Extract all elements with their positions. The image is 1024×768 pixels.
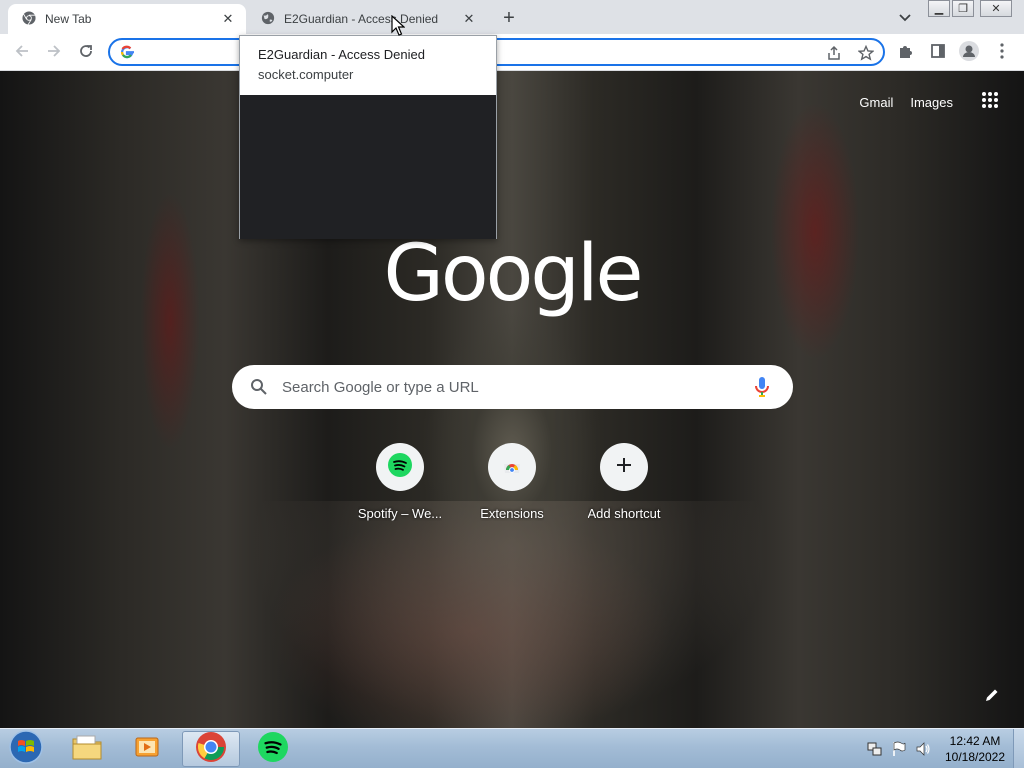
- tab-new-tab[interactable]: New Tab ✕: [8, 4, 246, 34]
- google-g-icon: [119, 44, 135, 65]
- share-icon[interactable]: [824, 43, 844, 63]
- windows-orb-icon: [8, 729, 44, 768]
- reload-button[interactable]: [74, 41, 98, 65]
- globe-icon: [261, 11, 275, 28]
- tab-strip: New Tab ✕ E2Guardian - Access Denied ✕ +…: [0, 0, 1024, 34]
- clock-date: 10/18/2022: [944, 750, 1006, 764]
- background-image: [770, 101, 860, 361]
- reload-icon: [78, 43, 94, 64]
- side-panel-button[interactable]: [926, 41, 950, 65]
- arrow-left-icon: [14, 43, 30, 64]
- background-image: [140, 191, 200, 451]
- close-icon[interactable]: ✕: [220, 11, 236, 27]
- taskbar-chrome[interactable]: [182, 731, 240, 767]
- shortcut-tile: [376, 443, 424, 491]
- gmail-link[interactable]: Gmail: [859, 95, 893, 110]
- forward-button[interactable]: [42, 41, 66, 65]
- plus-icon: [616, 457, 632, 478]
- plus-icon: +: [503, 6, 515, 29]
- top-links: Gmail Images: [859, 71, 1024, 133]
- tab-title: E2Guardian - Access Denied: [284, 12, 439, 26]
- shortcut-tile: [488, 443, 536, 491]
- system-tray: [866, 729, 938, 768]
- spotify-icon: [258, 731, 288, 767]
- system-clock[interactable]: 12:42 AM 10/18/2022: [940, 733, 1010, 765]
- restore-icon: ❐: [958, 3, 968, 15]
- chrome-web-store-icon: [501, 454, 523, 481]
- taskbar: 12:42 AM 10/18/2022: [0, 728, 1024, 768]
- window-controls: ▁ ❐ ✕: [928, 0, 1012, 17]
- shortcut-label: Extensions: [480, 506, 544, 521]
- new-tab-page: Gmail Images Google Search Google or typ…: [0, 71, 1024, 728]
- arrow-right-icon: [46, 43, 62, 64]
- minimize-icon: ▁: [934, 3, 944, 15]
- extensions-button[interactable]: [894, 41, 918, 65]
- start-button[interactable]: [6, 729, 46, 768]
- tab-hover-card: E2Guardian - Access Denied socket.comput…: [239, 35, 497, 239]
- taskbar-media-player[interactable]: [118, 731, 176, 767]
- chrome-icon: [22, 10, 36, 28]
- close-icon[interactable]: ✕: [461, 11, 477, 27]
- new-tab-button[interactable]: +: [498, 7, 520, 29]
- close-icon: ✕: [991, 3, 1001, 15]
- toolbar: [0, 34, 1024, 71]
- hover-card-title: E2Guardian - Access Denied: [258, 47, 425, 62]
- menu-button[interactable]: [990, 41, 1014, 65]
- microphone-icon[interactable]: [754, 375, 770, 404]
- hover-card-domain: socket.computer: [258, 67, 354, 82]
- search-box[interactable]: [232, 365, 793, 409]
- show-desktop-button[interactable]: [1013, 729, 1024, 768]
- shortcut-extensions[interactable]: Extensions: [456, 443, 568, 529]
- tab-search-button[interactable]: [894, 7, 916, 29]
- puzzle-icon: [898, 43, 914, 64]
- search-icon: [250, 378, 268, 401]
- google-apps-button[interactable]: [970, 82, 1010, 122]
- clock-time: 12:42 AM: [949, 734, 1001, 748]
- tab-e2guardian[interactable]: E2Guardian - Access Denied ✕: [247, 4, 487, 34]
- images-link[interactable]: Images: [910, 95, 953, 110]
- spotify-icon: [388, 452, 412, 482]
- media-player-icon: [133, 733, 161, 766]
- close-window-button[interactable]: ✕: [980, 0, 1012, 17]
- back-button[interactable]: [10, 41, 34, 65]
- search-input[interactable]: [282, 377, 742, 397]
- shortcut-tile: [600, 443, 648, 491]
- tab-title: New Tab: [45, 12, 92, 26]
- shortcut-add[interactable]: Add shortcut: [568, 443, 680, 529]
- customize-button[interactable]: [980, 685, 1004, 709]
- shortcut-label: Spotify – We...: [357, 506, 443, 521]
- shortcut-spotify[interactable]: Spotify – We...: [344, 443, 456, 529]
- pencil-icon: [985, 688, 999, 707]
- folder-icon: [71, 733, 103, 766]
- avatar-icon: [959, 40, 979, 66]
- kebab-menu-icon: [1000, 42, 1004, 64]
- chrome-icon: [195, 731, 227, 768]
- volume-icon[interactable]: [914, 740, 932, 758]
- star-icon[interactable]: [856, 43, 876, 63]
- chevron-down-icon: [899, 9, 911, 27]
- taskbar-spotify[interactable]: [244, 731, 302, 767]
- background-image: [250, 501, 770, 728]
- taskbar-explorer[interactable]: [58, 731, 116, 767]
- google-logo: Google: [383, 229, 643, 319]
- shortcuts: Spotify – We... Extensions Add shortcut: [344, 443, 680, 529]
- restore-button[interactable]: ❐: [952, 0, 974, 17]
- mouse-cursor-icon: [391, 14, 406, 37]
- minimize-button[interactable]: ▁: [928, 0, 950, 17]
- hover-card-preview: [240, 95, 496, 239]
- apps-grid-icon: [981, 91, 999, 114]
- flag-icon[interactable]: [890, 740, 908, 758]
- side-panel-icon: [930, 43, 946, 64]
- network-icon[interactable]: [866, 740, 884, 758]
- shortcut-label: Add shortcut: [587, 506, 661, 521]
- profile-button[interactable]: [957, 40, 981, 66]
